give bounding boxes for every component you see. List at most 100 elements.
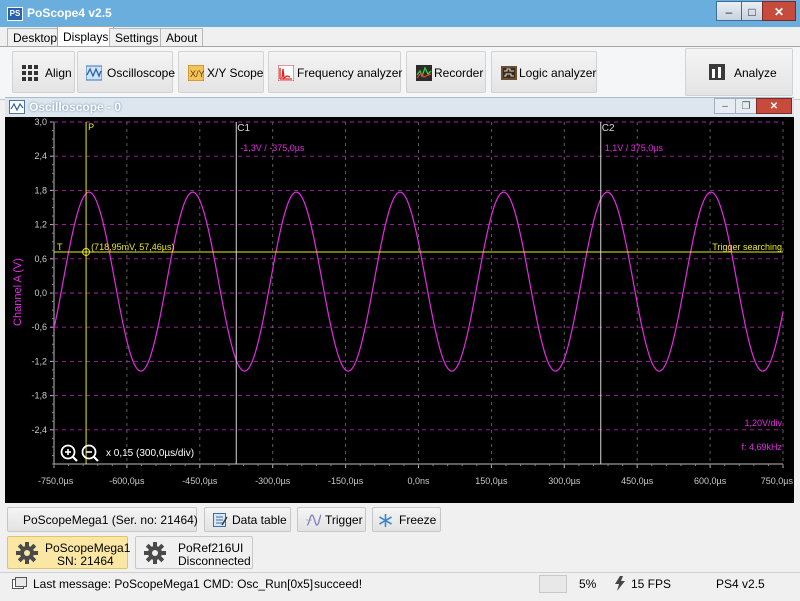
trigger-marker: T	[57, 242, 63, 252]
oscilloscope-label: Oscilloscope	[107, 66, 176, 80]
y-tick-label: 0,0	[34, 288, 47, 298]
freeze-label: Freeze	[399, 513, 437, 527]
trigger-button[interactable]: Trigger	[297, 507, 366, 532]
device-poscopemega1[interactable]: PoScopeMega1 SN: 21464	[7, 536, 131, 569]
x-tick-label: 0,0ns	[407, 476, 430, 486]
y-tick-label: 1,8	[34, 185, 47, 195]
close-button[interactable]: ✕	[762, 1, 796, 21]
trigger-icon	[306, 514, 322, 526]
x-tick-label: -300,0µs	[255, 476, 291, 486]
analyze-button[interactable]: Analyze	[685, 48, 793, 96]
xy-scope-label: X/Y Scope	[207, 66, 264, 80]
recorder-button[interactable]: Recorder	[406, 51, 486, 93]
message-result: succeed!	[314, 577, 363, 591]
xy-scope-button[interactable]: X/Y X/Y Scope	[178, 51, 264, 93]
y-tick-labels: 3,0 2,4 1,8 1,2 0,6 0,0 -0,6 -1,2 -1,8 -2,4	[31, 117, 47, 435]
device-name: PoRef216UI	[178, 541, 244, 555]
cursor-c1-label: C1	[237, 123, 250, 134]
title-bar	[0, 0, 800, 27]
y-tick-label: 0,6	[34, 254, 47, 264]
cpu-load-bar	[539, 575, 567, 593]
tab-displays[interactable]: Displays	[57, 26, 115, 47]
y-tick-label: 1,2	[34, 220, 47, 230]
data-table-label: Data table	[232, 513, 287, 527]
device-poref216ui[interactable]: PoRef216UI Disconnected	[135, 536, 253, 569]
last-message: Last message: PoScopeMega1 CMD: Osc_Run[…	[33, 577, 314, 591]
zoom-in-icon[interactable]	[60, 444, 78, 462]
y-tick-label: 2,4	[34, 151, 47, 161]
y-tick-label: -1,8	[31, 391, 47, 401]
cpu-load: 5%	[579, 577, 597, 591]
y-tick-label: -0,6	[31, 322, 47, 332]
oscilloscope-button[interactable]: Oscilloscope	[77, 51, 176, 93]
tab-settings[interactable]: Settings	[109, 28, 165, 47]
x-tick-label: 300,0µs	[548, 476, 581, 486]
frequency-analyzer-button[interactable]: Frequency analyzer	[268, 51, 403, 93]
data-table-button[interactable]: Data table	[204, 507, 291, 532]
trigger-status: Trigger searching	[712, 242, 782, 252]
oscilloscope-display[interactable]: Channel A (V) 3,0 2,4 1,8 1,2 0,6 0,0 -0,6 -1,2…	[5, 117, 794, 503]
y-axis-label: Channel A (V)	[12, 258, 24, 326]
x-tick-label: -450,0µs	[182, 476, 218, 486]
oscilloscope-window-title: Oscilloscope - 0	[29, 100, 122, 114]
oscilloscope-window-titlebar	[5, 97, 794, 117]
recorder-icon	[416, 65, 432, 81]
logic-analyzer-label: Logic analyzer	[519, 66, 597, 80]
x-tick-label: 450,0µs	[621, 476, 654, 486]
svg-text:X/Y: X/Y	[190, 69, 204, 79]
logic-analyzer-icon	[501, 66, 517, 80]
device-name: PoScopeMega1	[45, 541, 131, 555]
x-tick-label: -600,0µs	[109, 476, 145, 486]
grid	[50, 121, 784, 468]
child-minimize-button[interactable]: –	[714, 98, 736, 114]
device-selector-label: PoScopeMega1 (Ser. no: 21464)	[23, 513, 198, 527]
frequency-analyzer-icon	[278, 65, 294, 81]
cursor-c2-label: C2	[602, 123, 615, 134]
xy-scope-icon: X/Y	[188, 65, 204, 81]
y-tick-label: -2,4	[31, 425, 47, 435]
cursor-c1-readout: -1,3V / -375,0µs	[240, 143, 305, 153]
x-tick-label: 150,0µs	[475, 476, 508, 486]
gear-icon	[16, 542, 38, 564]
analyze-icon	[709, 64, 725, 80]
device-selector-button[interactable]: PoScopeMega1 (Ser. no: 21464)	[7, 507, 198, 532]
y-tick-label: -1,2	[31, 356, 47, 366]
volts-per-div: 1,20V/div	[744, 418, 782, 428]
logic-analyzer-button[interactable]: Logic analyzer	[491, 51, 597, 93]
minimize-button[interactable]: –	[716, 1, 742, 21]
channel-a-trace	[53, 191, 784, 372]
zoom-out-icon[interactable]	[81, 444, 99, 462]
grid-icon	[22, 65, 38, 81]
frequency-analyzer-label: Frequency analyzer	[297, 66, 403, 80]
tab-about[interactable]: About	[160, 28, 204, 47]
analyze-label: Analyze	[734, 66, 777, 80]
freeze-button[interactable]: Freeze	[372, 507, 441, 532]
window-title: PoScope4 v2.5	[27, 6, 112, 20]
x-tick-label: -750,0µs	[38, 476, 74, 486]
zoom-readout: x 0,15 (300,0µs/div)	[106, 448, 194, 459]
cursor-c2-readout: 1,1V / 375,0µs	[605, 143, 664, 153]
child-close-button[interactable]: ✕	[756, 98, 792, 114]
scope-plot[interactable]: Channel A (V) 3,0 2,4 1,8 1,2 0,6 0,0 -0,6 -1,2…	[5, 117, 794, 503]
child-restore-button[interactable]: ❐	[735, 98, 757, 114]
lightning-icon	[615, 576, 625, 591]
fps-readout: 15 FPS	[631, 577, 672, 591]
x-tick-label: 750,0µs	[761, 476, 794, 486]
x-tick-labels: -750,0µs -600,0µs -450,0µs -300,0µs -150,0µs…	[38, 476, 793, 486]
tab-desktop[interactable]: Desktop	[7, 28, 64, 47]
align-button[interactable]: Align	[12, 51, 75, 93]
recorder-label: Recorder	[434, 66, 484, 80]
device-serial: SN: 21464	[57, 554, 114, 568]
cursor-p-label: P	[88, 122, 94, 132]
message-icon	[12, 577, 27, 589]
y-tick-label: 3,0	[34, 117, 47, 127]
trigger-label: Trigger	[325, 513, 363, 527]
trigger-point-readout: (718,95mV, 57,46µs)	[91, 242, 174, 252]
maximize-button[interactable]: □	[741, 1, 763, 21]
device-status: Disconnected	[178, 554, 251, 568]
x-tick-label: -150,0µs	[328, 476, 364, 486]
version-label: PS4 v2.5	[716, 577, 765, 591]
oscilloscope-window-icon	[9, 100, 25, 114]
align-label: Align	[45, 66, 72, 80]
app-icon: PS	[7, 7, 23, 21]
